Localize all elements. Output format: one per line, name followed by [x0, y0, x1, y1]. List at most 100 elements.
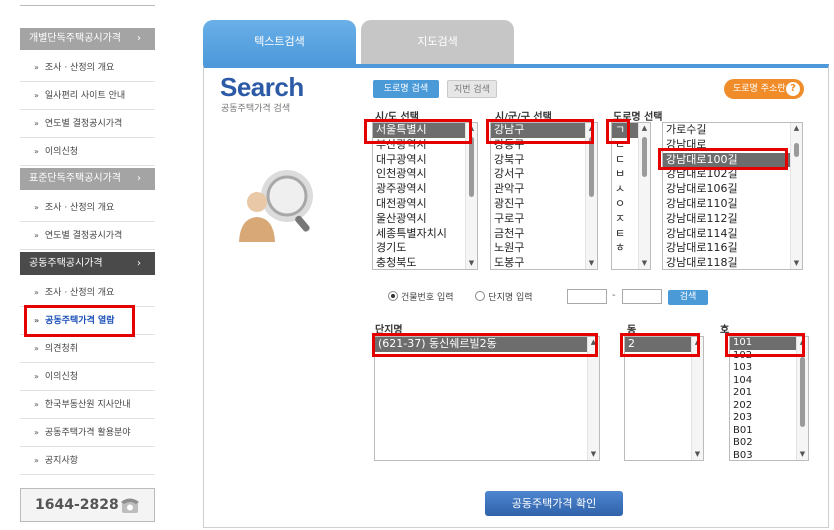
sidebar-item-branch-info[interactable]: » 한국부동산원 지사안내	[20, 391, 155, 419]
sidebar-item-survey-overview[interactable]: » 조사 · 산정의 개요	[20, 279, 155, 307]
bullet-icon: »	[34, 456, 39, 465]
sigungu-scrollbar[interactable]: ▲ ▼	[585, 123, 597, 269]
complex-scrollbar[interactable]: ▲ ▼	[587, 337, 599, 460]
scroll-down-icon[interactable]: ▼	[692, 449, 703, 460]
sido-option[interactable]: 부산광역시	[373, 138, 477, 153]
scroll-up-icon[interactable]: ▲	[692, 337, 703, 348]
ho-scrollbar[interactable]: ▲ ▼	[796, 337, 808, 460]
complex-select[interactable]: (621-37) 동신쉐르빌2동 ▲ ▼	[374, 336, 600, 461]
sido-option[interactable]: 광주광역시	[373, 182, 477, 197]
scroll-up-icon[interactable]: ▲	[791, 123, 802, 134]
number-search-button[interactable]: 검색	[668, 290, 708, 305]
sidebar-item-usage-field[interactable]: » 공동주택가격 활용분야	[20, 419, 155, 447]
bullet-icon: »	[34, 119, 39, 128]
dong-scrollbar[interactable]: ▲ ▼	[691, 337, 703, 460]
scroll-up-icon[interactable]: ▲	[588, 337, 599, 348]
sidebar-section-standard-house[interactable]: 표준단독주택공시가격 ›	[20, 168, 155, 190]
sido-option[interactable]: 울산광역시	[373, 212, 477, 227]
sigungu-option[interactable]: 강북구	[491, 153, 597, 168]
road-option[interactable]: 강남대로100길	[663, 152, 802, 168]
sidebar-item-yearly-price[interactable]: » 연도별 결정공시가격	[20, 110, 155, 138]
sigungu-option[interactable]: 광진구	[491, 197, 597, 212]
sidebar-top-divider	[20, 5, 155, 6]
sigungu-option[interactable]: 강남구	[491, 123, 597, 138]
sidebar-item-survey-overview[interactable]: » 조사 · 산정의 개요	[20, 194, 155, 222]
bullet-icon: »	[34, 63, 39, 72]
sigungu-option[interactable]: 금천구	[491, 227, 597, 242]
bullet-icon: »	[34, 91, 39, 100]
scroll-up-icon[interactable]: ▲	[586, 123, 597, 134]
sidebar-item-ilsapyeonri[interactable]: » 일사편리 사이트 안내	[20, 82, 155, 110]
road-option[interactable]: 가로수길	[663, 123, 802, 138]
person-search-illustration	[239, 170, 313, 242]
dong-select[interactable]: 2 ▲ ▼	[624, 336, 704, 461]
ho-select[interactable]: 101 102 103 104 201 202 203 B01 B02 B03 …	[729, 336, 809, 461]
sigungu-select[interactable]: 강남구 강동구 강북구 강서구 관악구 광진구 구로구 금천구 노원구 도봉구 …	[490, 122, 598, 270]
sigungu-option[interactable]: 도봉구	[491, 256, 597, 269]
building-number-sub-input[interactable]	[622, 289, 662, 304]
confirm-apartment-price-button[interactable]: 공동주택가격 확인	[485, 491, 623, 516]
sigungu-option[interactable]: 강서구	[491, 167, 597, 182]
sido-option[interactable]: 경기도	[373, 241, 477, 256]
sido-option[interactable]: 인천광역시	[373, 167, 477, 182]
bullet-icon: »	[34, 231, 39, 240]
road-option[interactable]: 강남대로110길	[663, 197, 802, 212]
scroll-thumb[interactable]	[794, 143, 799, 157]
sido-option[interactable]: 서울특별시	[373, 123, 477, 138]
sidebar-item-opinion[interactable]: » 의견청취	[20, 335, 155, 363]
road-scrollbar[interactable]: ▲ ▼	[790, 123, 802, 269]
scroll-thumb[interactable]	[642, 137, 647, 177]
sidebar-item-yearly-price[interactable]: » 연도별 결정공시가격	[20, 222, 155, 250]
scroll-down-icon[interactable]: ▼	[466, 258, 477, 269]
sigungu-option[interactable]: 노원구	[491, 241, 597, 256]
road-option[interactable]: 강남대로	[663, 138, 802, 153]
sidebar-item-apartment-price-view[interactable]: » 공동주택가격 열람	[20, 307, 155, 335]
scroll-thumb[interactable]	[800, 357, 805, 427]
sigungu-option[interactable]: 구로구	[491, 212, 597, 227]
chevron-right-icon: ›	[137, 258, 141, 269]
road-option[interactable]: 강남대로112길	[663, 212, 802, 227]
radio-building-number[interactable]	[388, 291, 398, 301]
scroll-down-icon[interactable]: ▼	[588, 449, 599, 460]
scroll-up-icon[interactable]: ▲	[639, 123, 650, 134]
sidebar-section-individual-house[interactable]: 개별단독주택공시가격 ›	[20, 28, 155, 50]
number-dash: -	[612, 290, 616, 301]
sido-option[interactable]: 대전광역시	[373, 197, 477, 212]
tab-map-search[interactable]: 지도검색	[361, 20, 514, 64]
sido-option[interactable]: 충청북도	[373, 256, 477, 269]
road-name-select[interactable]: 가로수길 강남대로 강남대로100길 강남대로102길 강남대로106길 강남대…	[662, 122, 803, 270]
sidebar-item-objection[interactable]: » 이의신청	[20, 363, 155, 391]
tab-text-search[interactable]: 텍스트검색	[203, 20, 356, 64]
scroll-down-icon[interactable]: ▼	[791, 258, 802, 269]
road-name-search-button[interactable]: 도로명 검색	[373, 80, 439, 98]
sido-option[interactable]: 대구광역시	[373, 153, 477, 168]
road-option[interactable]: 강남대로102길	[663, 167, 802, 182]
road-address-button[interactable]: 도로명 주소란 ?	[724, 79, 804, 99]
sido-option[interactable]: 세종특별자치시	[373, 227, 477, 242]
sido-scrollbar[interactable]: ▲ ▼	[465, 123, 477, 269]
scroll-down-icon[interactable]: ▼	[639, 258, 650, 269]
sidebar-section-apartment[interactable]: 공동주택공시가격 ›	[20, 252, 155, 275]
scroll-up-icon[interactable]: ▲	[797, 337, 808, 348]
sigungu-option[interactable]: 관악구	[491, 182, 597, 197]
radio-complex-name[interactable]	[475, 291, 486, 301]
scroll-down-icon[interactable]: ▼	[797, 449, 808, 460]
road-option[interactable]: 강남대로106길	[663, 182, 802, 197]
sigungu-option[interactable]: 강동구	[491, 138, 597, 153]
lot-number-search-button[interactable]: 지번 검색	[447, 80, 497, 98]
road-option[interactable]: 강남대로116길	[663, 241, 802, 256]
complex-option[interactable]: (621-37) 동신쉐르빌2동	[375, 337, 599, 352]
sido-select[interactable]: 서울특별시 부산광역시 대구광역시 인천광역시 광주광역시 대전광역시 울산광역…	[372, 122, 478, 270]
scroll-thumb[interactable]	[469, 137, 474, 197]
building-number-main-input[interactable]	[567, 289, 607, 304]
sidebar-item-objection[interactable]: » 이의신청	[20, 138, 155, 166]
scroll-down-icon[interactable]: ▼	[586, 258, 597, 269]
sidebar-item-survey-overview[interactable]: » 조사 · 산정의 개요	[20, 54, 155, 82]
initial-scrollbar[interactable]: ▲ ▼	[638, 123, 650, 269]
road-option[interactable]: 강남대로114길	[663, 227, 802, 242]
road-option[interactable]: 강남대로118길	[663, 256, 802, 269]
road-initial-select[interactable]: ㄱ ㄴ ㄷ ㅂ ㅅ ㅇ ㅈ ㅌ ㅎ ▲ ▼	[611, 122, 651, 270]
scroll-up-icon[interactable]: ▲	[466, 123, 477, 134]
scroll-thumb[interactable]	[589, 137, 594, 197]
sidebar-item-notice[interactable]: » 공지사항	[20, 447, 155, 475]
